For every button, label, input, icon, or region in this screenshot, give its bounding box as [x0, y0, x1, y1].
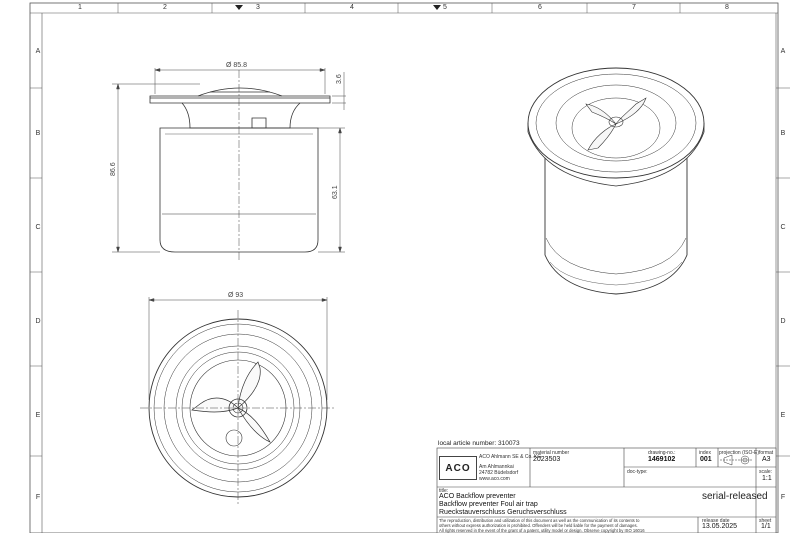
company-name: ACO Ahlmann SE & Co. KG — [479, 454, 542, 460]
legal-line-3: All rights reserved in the event of the … — [439, 528, 645, 533]
title-line-1: ACO Backflow preventer — [439, 493, 516, 500]
release-status: serial-released — [702, 491, 768, 502]
drawing-no: 1469102 — [648, 456, 676, 463]
sheet-value: 1/1 — [761, 523, 771, 530]
title-line-3: Rueckstauverschluss Geruchsverschluss — [439, 509, 567, 516]
title-block: ACO Ahlmann SE & Co. KG Am Ahlmannkai 24… — [437, 448, 777, 533]
material-number: 2023503 — [533, 456, 561, 463]
format-value: A3 — [762, 456, 771, 463]
drawing-sheet: 1 2 3 4 5 6 7 8 A B C D E F A B C D E F — [0, 0, 800, 533]
release-date: 13.05.2025 — [702, 523, 738, 530]
index-value: 001 — [700, 456, 712, 463]
title-line-2: Backflow preventer Foul air trap — [439, 501, 538, 508]
projection-label: projection (ISO-E) — [719, 450, 760, 456]
doc-type-label: doc-type: — [627, 469, 648, 475]
scale-value: 1:1 — [762, 475, 772, 482]
company-web: www.aco.com — [479, 476, 510, 482]
